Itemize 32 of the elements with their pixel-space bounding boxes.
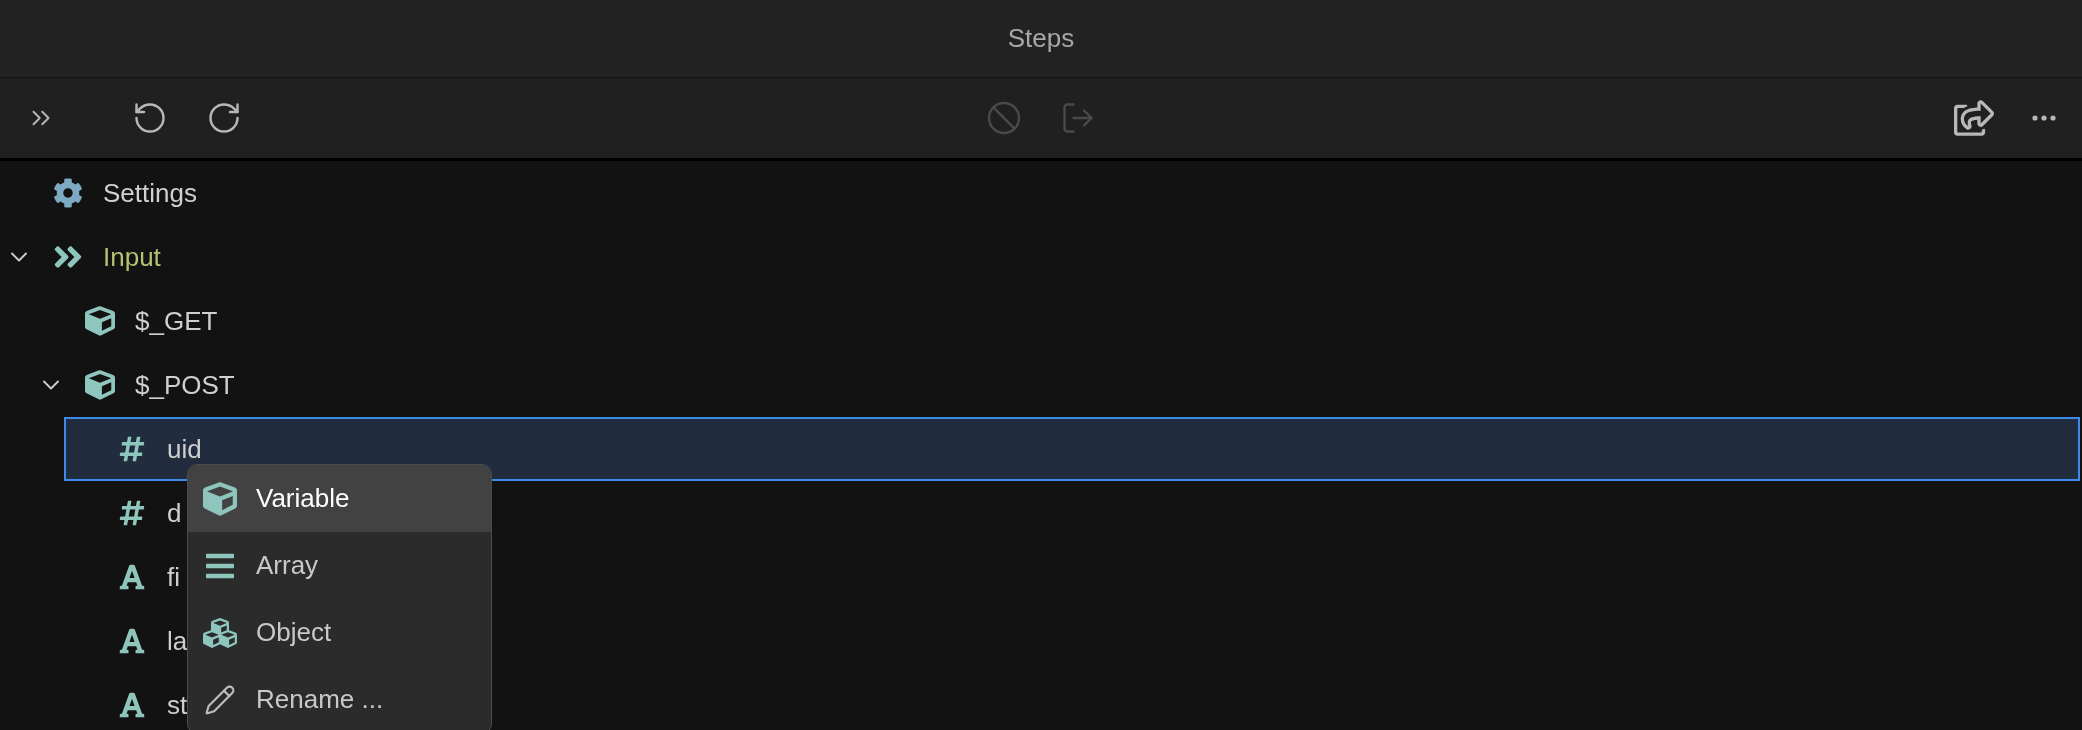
tree-label: d (167, 497, 182, 529)
prohibited-icon (986, 100, 1022, 136)
letter-icon (118, 563, 146, 591)
pencil-icon (204, 683, 236, 716)
menu-item[interactable]: Variable (188, 465, 491, 532)
tree-label: fi (167, 561, 180, 593)
undo-icon (132, 100, 168, 136)
tree-label: Settings (103, 177, 197, 209)
cubes-icon (203, 615, 237, 650)
hash-icon (118, 435, 146, 463)
hash-icon (118, 499, 146, 527)
selected-tree-row[interactable]: uid (64, 417, 2080, 481)
cube-icon (85, 370, 115, 400)
window-title: Steps (1007, 23, 1075, 54)
tree-label: $_POST (135, 369, 235, 401)
tree-label: uid (167, 433, 202, 465)
letter-icon (118, 691, 146, 719)
menu-item[interactable]: Array (188, 532, 491, 599)
tree-label: $_GET (135, 305, 218, 337)
more-icon (2032, 115, 2056, 121)
cube-icon (203, 481, 237, 516)
tree-label: Input (103, 241, 161, 273)
letter-icon (118, 627, 146, 655)
export-icon (1060, 100, 1096, 136)
gear-icon (53, 178, 83, 208)
tree-label: st (167, 689, 188, 721)
tree-label: la (167, 625, 188, 657)
cube-icon (85, 306, 115, 336)
share-icon (1954, 98, 1994, 138)
menu-item[interactable]: Rename ... (188, 666, 491, 730)
redo-icon (206, 100, 242, 136)
menu-item[interactable]: Object (188, 599, 491, 666)
